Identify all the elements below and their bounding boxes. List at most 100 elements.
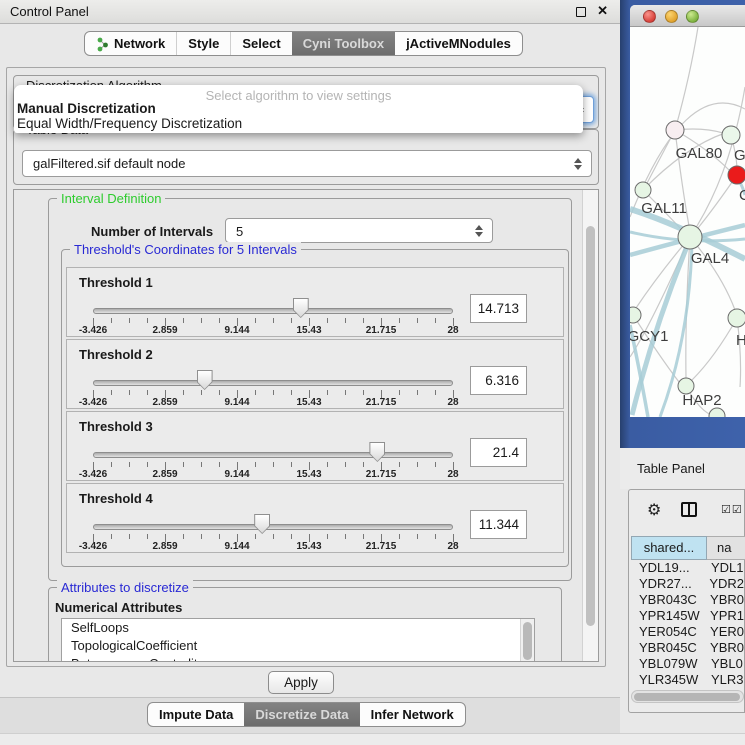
slider-thumb[interactable]: [254, 514, 270, 534]
slider-track[interactable]: [93, 308, 453, 314]
tab-impute-data[interactable]: Impute Data: [148, 703, 244, 726]
tab-style[interactable]: Style: [176, 32, 230, 55]
threshold-label: Threshold 1: [79, 275, 153, 290]
scrollbar-thumb[interactable]: [634, 693, 740, 701]
network-node[interactable]: [709, 408, 725, 417]
apply-button[interactable]: Apply: [268, 671, 334, 694]
tab-select[interactable]: Select: [230, 32, 291, 55]
minimize-traffic-light-icon[interactable]: [665, 10, 678, 23]
network-icon: [96, 36, 109, 51]
dropdown-option-equal-width[interactable]: Equal Width/Frequency Discretization: [14, 116, 583, 130]
slider-thumb-face: [294, 299, 308, 317]
network-node-label: H: [736, 332, 745, 349]
network-node[interactable]: [666, 121, 684, 139]
attribute-list-item[interactable]: SelfLoops: [62, 619, 534, 637]
float-window-icon[interactable]: [576, 7, 586, 17]
scrollbar-thumb[interactable]: [523, 622, 532, 660]
network-node-label: GCY1: [630, 328, 668, 345]
dropdown-prompt-item[interactable]: Select algorithm to view settings: [14, 85, 583, 101]
network-view-focus-border: GAL80GACGAL11GAL4GCY1HHAP2: [620, 0, 745, 448]
network-node[interactable]: [728, 309, 745, 327]
cyni-toolbox-panel: Discretization Algorithm Table Data galF…: [6, 67, 606, 667]
network-edge[interactable]: [737, 318, 741, 387]
dropdown-option-manual[interactable]: Manual Discretization: [14, 101, 583, 116]
threshold-value-field[interactable]: 21.4: [470, 438, 527, 467]
column-header-shared[interactable]: shared...: [631, 536, 707, 560]
table-row[interactable]: YDR27...YDR2: [631, 576, 744, 592]
network-canvas[interactable]: GAL80GACGAL11GAL4GCY1HHAP2: [630, 27, 745, 417]
table-row[interactable]: YDL19...YDL1: [631, 560, 744, 576]
checkboxes-icon[interactable]: ☑☑: [721, 503, 743, 516]
algorithm-dropdown-popup: Select algorithm to view settings Manual…: [14, 85, 583, 133]
network-node[interactable]: [678, 225, 702, 249]
panel-title: Control Panel: [10, 4, 89, 19]
slider-tick-labels: -3.4262.8599.14415.4321.71528: [93, 541, 453, 552]
close-icon[interactable]: ✕: [597, 3, 608, 19]
zoom-traffic-light-icon[interactable]: [686, 10, 699, 23]
tab-infer-network[interactable]: Infer Network: [360, 703, 465, 726]
threshold-value-field[interactable]: 14.713: [470, 294, 527, 323]
tab-network[interactable]: Network: [85, 32, 176, 55]
tab-jactivemnodules[interactable]: jActiveMNodules: [395, 32, 522, 55]
network-node[interactable]: [635, 182, 651, 198]
table-row[interactable]: YPR145WYPR1: [631, 608, 744, 624]
threshold-label: Threshold 4: [79, 491, 153, 506]
threshold-value-field[interactable]: 11.344: [470, 510, 527, 539]
slider-tick-labels: -3.4262.8599.14415.4321.71528: [93, 325, 453, 336]
slider-track[interactable]: [93, 380, 453, 386]
column-header-name[interactable]: na: [707, 536, 745, 560]
list-vertical-scrollbar[interactable]: [520, 619, 534, 662]
table-horizontal-scrollbar[interactable]: [631, 690, 744, 703]
control-panel-tabbar: NetworkStyleSelectCyni ToolboxjActiveMNo…: [84, 31, 523, 56]
gear-icon[interactable]: ⚙: [647, 500, 661, 519]
num-intervals-spinner[interactable]: 5: [225, 218, 493, 243]
table-row[interactable]: YBL079WYBL0: [631, 656, 744, 672]
table-panel-title: Table Panel: [637, 461, 705, 476]
table-row[interactable]: YER054CYER0: [631, 624, 744, 640]
network-node[interactable]: [722, 126, 740, 144]
panel-vertical-scrollbar[interactable]: [582, 190, 598, 661]
spinner-arrows-icon: [475, 225, 483, 237]
threshold-value-field[interactable]: 6.316: [470, 366, 527, 395]
network-edge[interactable]: [675, 27, 698, 130]
scrollbar-thumb[interactable]: [586, 226, 595, 626]
table-panel: ⚙ ☑☑ shared... na YDL19...YDL1YDR27...YD…: [628, 489, 745, 713]
table-row[interactable]: YBR045CYBR0: [631, 640, 744, 656]
close-traffic-light-icon[interactable]: [643, 10, 656, 23]
network-edge[interactable]: [692, 318, 737, 380]
slider-thumb[interactable]: [197, 370, 213, 390]
network-edge[interactable]: [698, 175, 737, 228]
attribute-list-item[interactable]: BetweennessCentrality: [62, 655, 534, 662]
attribute-list-item[interactable]: TopologicalCoefficient: [62, 637, 534, 655]
numerical-attributes-list[interactable]: SelfLoopsTopologicalCoefficientBetweenne…: [61, 618, 535, 662]
table-row[interactable]: YLR345WYLR3: [631, 672, 744, 688]
slider-thumb[interactable]: [369, 442, 385, 462]
table-row[interactable]: YBR043CYBR0: [631, 592, 744, 608]
thresholds-group: Threshold's Coordinates for 5 Intervals …: [61, 249, 569, 567]
tab-discretize-data[interactable]: Discretize Data: [244, 703, 359, 726]
group-title: Threshold's Coordinates for 5 Intervals: [70, 242, 301, 257]
slider-thumb-face: [198, 371, 212, 389]
network-node[interactable]: [728, 166, 745, 184]
network-edge[interactable]: [644, 130, 675, 189]
network-node-label: C: [739, 187, 745, 204]
network-node[interactable]: [630, 307, 641, 323]
network-window: GAL80GACGAL11GAL4GCY1HHAP2: [630, 5, 745, 417]
slider-track[interactable]: [93, 452, 453, 458]
slider-tick-labels: -3.4262.8599.14415.4321.71528: [93, 469, 453, 480]
slider-track[interactable]: [93, 524, 453, 530]
numerical-attributes-label: Numerical Attributes: [55, 600, 182, 615]
split-columns-icon[interactable]: [681, 502, 697, 517]
slider-thumb-face: [370, 443, 384, 461]
slider-thumb[interactable]: [293, 298, 309, 318]
threshold-label: Threshold 2: [79, 347, 153, 362]
table-data-combobox[interactable]: galFiltered.sif default node: [22, 150, 592, 177]
network-node-label: GAL4: [691, 250, 729, 267]
combo-arrows-icon: [574, 158, 582, 170]
attributes-group: Attributes to discretize Numerical Attri…: [48, 587, 562, 662]
slider-tick-labels: -3.4262.8599.14415.4321.71528: [93, 397, 453, 408]
tab-cyni-toolbox[interactable]: Cyni Toolbox: [292, 32, 395, 55]
footer-strip: [0, 733, 745, 745]
network-window-titlebar[interactable]: [630, 5, 745, 27]
num-intervals-label: Number of Intervals: [91, 224, 213, 239]
